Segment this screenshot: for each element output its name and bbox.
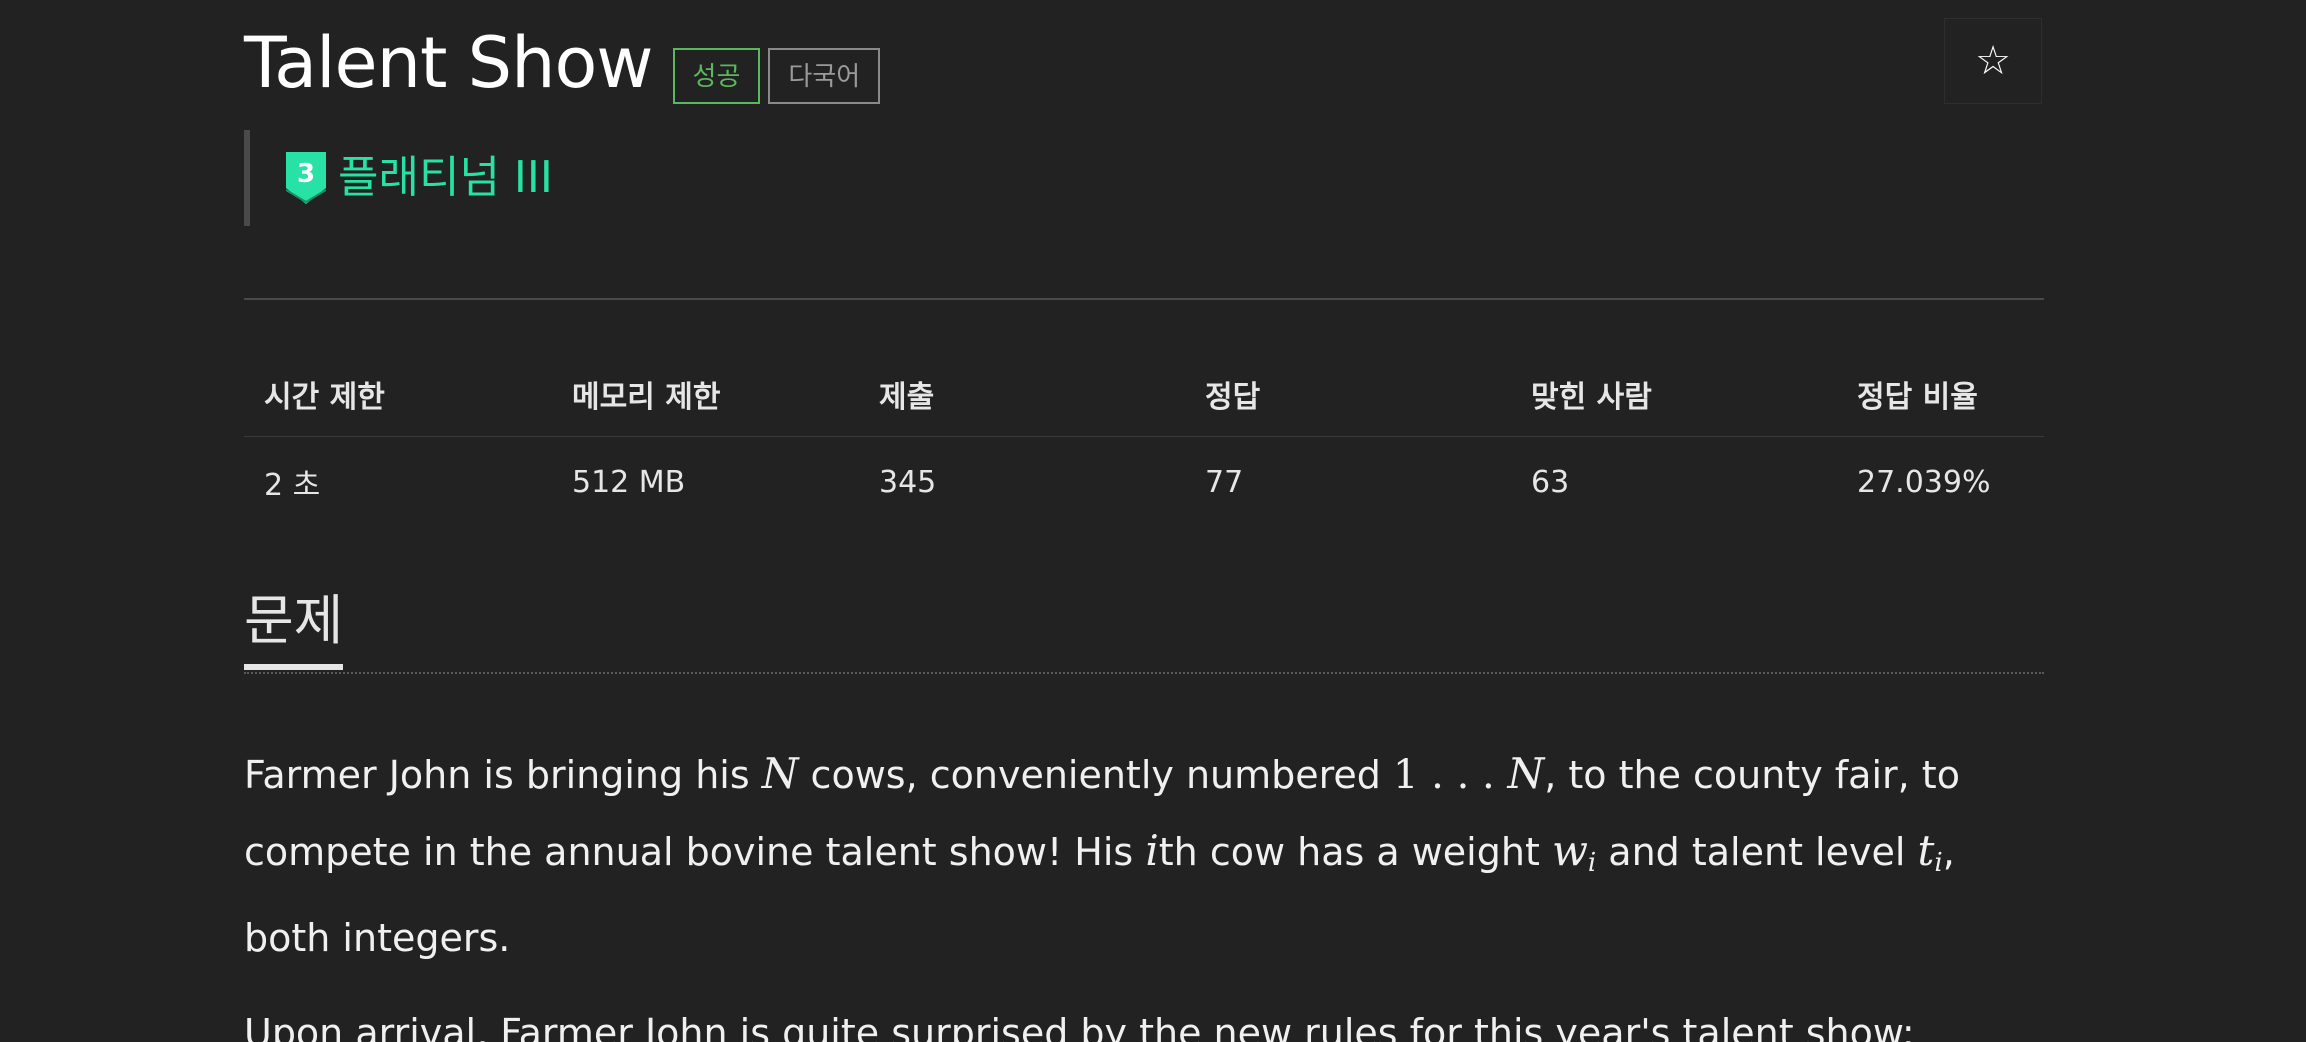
math-n: N <box>761 749 799 798</box>
problem-info-table: 시간 제한 메모리 제한 제출 정답 맞힌 사람 정답 비율 2 초 512 M… <box>244 352 2044 527</box>
page: Talent Show 성공 다국어 ☆ 3 플래티넘 III 시간 제한 메모… <box>0 0 2306 1042</box>
value-time-limit: 2 초 <box>264 468 321 503</box>
info-value-row: 2 초 512 MB 345 77 63 27.039% <box>244 437 2044 528</box>
header-accepted: 정답 <box>1185 352 1511 437</box>
favorite-star-button[interactable]: ☆ <box>1944 18 2042 104</box>
header-time-limit: 시간 제한 <box>244 352 552 437</box>
tier-link[interactable]: 플래티넘 III <box>338 152 553 203</box>
value-submissions[interactable]: 345 <box>859 437 1185 528</box>
tier-badge-icon: 3 <box>286 152 326 204</box>
p1-text-1: Farmer John is bringing his <box>244 753 762 797</box>
problem-paragraph-2: Upon arrival, Farmer John is quite surpr… <box>244 1011 1915 1042</box>
math-range-start: 1 . . . <box>1393 752 1508 798</box>
problem-title: Talent Show <box>244 22 654 104</box>
info-header-row: 시간 제한 메모리 제한 제출 정답 맞힌 사람 정답 비율 <box>244 352 2044 437</box>
multilang-label[interactable]: 다국어 <box>768 48 881 104</box>
math-talent: ti <box>1917 826 1943 878</box>
header-submissions: 제출 <box>859 352 1185 437</box>
math-w: w <box>1551 826 1588 875</box>
header-solvers: 맞힌 사람 <box>1511 352 1837 437</box>
tier-badge-number: 3 <box>297 159 315 189</box>
problem-description: Farmer John is bringing his N cows, conv… <box>244 736 2044 1042</box>
value-solvers[interactable]: 63 <box>1511 437 1837 528</box>
math-weight: wi <box>1551 826 1597 878</box>
math-t-sub: i <box>1934 848 1943 878</box>
p1-text-2: cows, conveniently numbered <box>798 753 1393 797</box>
section-title: 문제 <box>244 578 344 670</box>
math-w-sub: i <box>1587 848 1597 878</box>
math-i: i <box>1145 826 1159 875</box>
value-accept-ratio: 27.039% <box>1857 464 1991 500</box>
title-row: Talent Show 성공 다국어 <box>244 18 881 108</box>
header-divider <box>244 298 2044 300</box>
value-memory-limit: 512 MB <box>572 464 686 500</box>
tier-blockquote: 3 플래티넘 III <box>244 130 553 226</box>
math-t: t <box>1917 826 1935 875</box>
problem-paragraph-1: Farmer John is bringing his N cows, conv… <box>244 736 2044 976</box>
p1-text-4: th cow has a weight <box>1158 830 1552 874</box>
problem-section-header: 문제 <box>244 572 2044 674</box>
success-label[interactable]: 성공 <box>672 48 761 104</box>
star-icon: ☆ <box>1975 38 2011 84</box>
tier-name[interactable]: 플래티넘 III <box>338 152 553 204</box>
value-accepted[interactable]: 77 <box>1185 437 1511 528</box>
header-memory-limit: 메모리 제한 <box>552 352 859 437</box>
header-accept-ratio: 정답 비율 <box>1837 352 2044 437</box>
math-range-n: N <box>1507 749 1545 798</box>
p1-text-5: and talent level <box>1596 830 1918 874</box>
